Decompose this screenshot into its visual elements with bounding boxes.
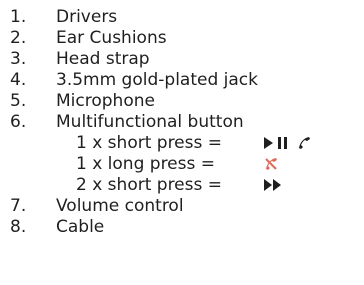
item-number: 3. — [10, 49, 27, 69]
button-action-label: 1 x long press = — [76, 154, 216, 174]
item-number: 7. — [10, 196, 27, 216]
list-item: 1. Drivers — [0, 6, 364, 28]
item-label: Multifunctional button — [56, 112, 244, 132]
answer-call-icon — [297, 136, 311, 150]
item-number: 6. — [10, 112, 27, 132]
item-label: Microphone — [56, 91, 155, 111]
item-label: Head strap — [56, 49, 150, 69]
list-item: 4. 3.5mm gold-plated jack — [0, 69, 364, 91]
button-action-icons — [264, 156, 278, 172]
item-label: 3.5mm gold-plated jack — [56, 70, 258, 90]
play-pause-icon — [264, 137, 291, 149]
button-action-icons — [264, 135, 311, 151]
item-number: 2. — [10, 28, 27, 48]
list-item: 6. Multifunctional button — [0, 111, 364, 133]
item-number: 8. — [10, 217, 27, 237]
item-label: Ear Cushions — [56, 28, 167, 48]
button-action-icons — [264, 177, 282, 193]
button-action-label: 1 x short press = — [76, 133, 223, 153]
list-item: 2. Ear Cushions — [0, 27, 364, 49]
button-action-row: 1 x short press = — [0, 132, 364, 154]
button-action-row: 2 x short press = — [0, 174, 364, 196]
item-label: Volume control — [56, 196, 184, 216]
list-item: 5. Microphone — [0, 90, 364, 112]
list-item: 7. Volume control — [0, 195, 364, 217]
list-item: 8. Cable — [0, 216, 364, 238]
item-label: Drivers — [56, 7, 118, 27]
item-number: 4. — [10, 70, 27, 90]
item-number: 1. — [10, 7, 27, 27]
next-track-icon — [264, 179, 282, 191]
button-action-row: 1 x long press = — [0, 153, 364, 175]
reject-call-icon — [264, 157, 278, 171]
button-action-label: 2 x short press = — [76, 175, 223, 195]
component-list: 1. Drivers 2. Ear Cushions 3. Head strap… — [0, 0, 364, 285]
item-number: 5. — [10, 91, 27, 111]
item-label: Cable — [56, 217, 105, 237]
list-item: 3. Head strap — [0, 48, 364, 70]
